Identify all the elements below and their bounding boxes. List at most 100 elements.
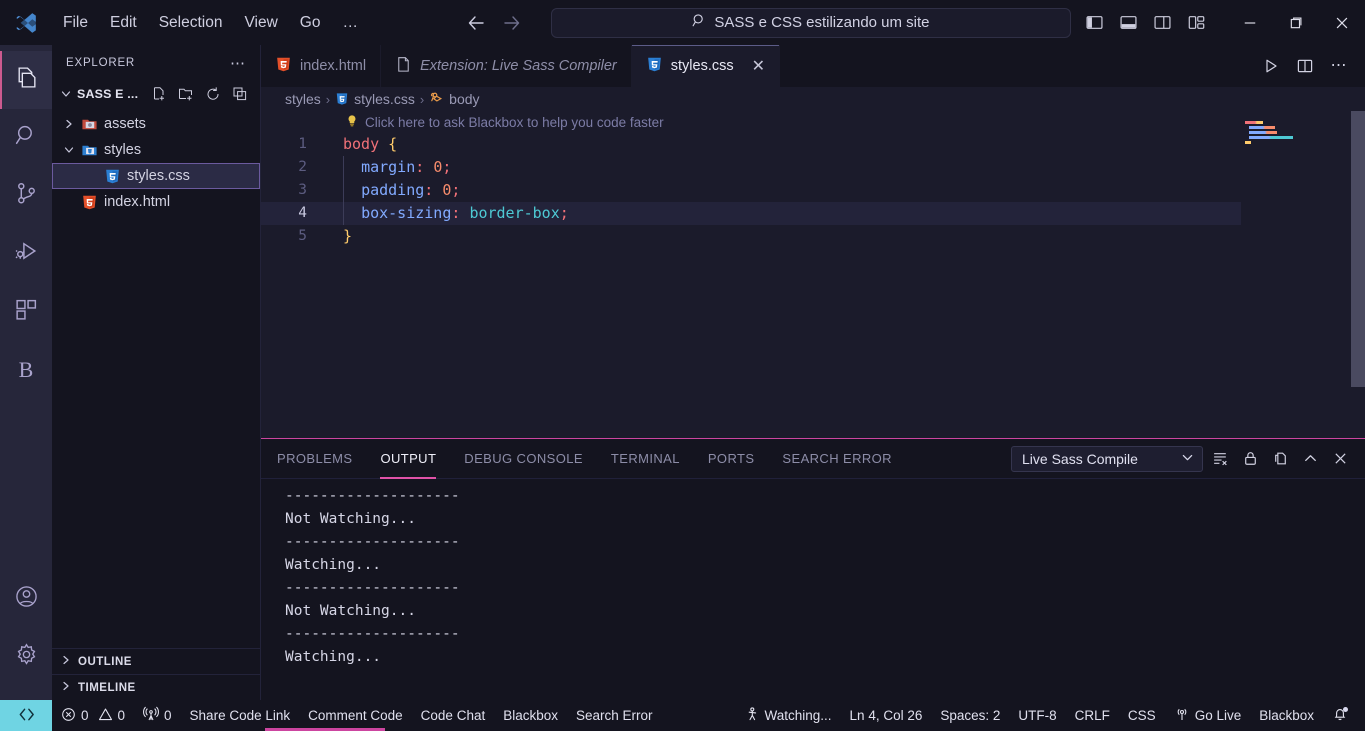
code-editor[interactable]: Click here to ask Blackbox to help you c… <box>261 111 1365 438</box>
editor-scrollbar[interactable] <box>1351 111 1365 438</box>
live-sass-watching-status[interactable]: Watching... <box>735 700 841 731</box>
remote-window-button[interactable] <box>0 700 52 731</box>
tab-styles-css[interactable]: styles.css ✕ <box>631 45 780 87</box>
tab-ports[interactable]: PORTS <box>708 439 755 479</box>
broadcast-icon <box>1174 706 1190 725</box>
blackbox-button[interactable]: Blackbox <box>494 700 567 731</box>
open-editor-icon[interactable] <box>1267 446 1293 472</box>
list-item[interactable]: assets <box>52 111 260 137</box>
sidebar-item-search[interactable] <box>0 109 52 167</box>
indentation-status[interactable]: Spaces: 2 <box>931 700 1009 731</box>
ports-status[interactable]: 0 <box>134 700 181 731</box>
toggle-secondary-sidebar-icon[interactable] <box>1149 10 1175 36</box>
ports-count: 0 <box>164 708 172 723</box>
arrow-left-icon[interactable] <box>465 12 487 34</box>
arrow-right-icon[interactable] <box>501 12 523 34</box>
problems-status[interactable]: 0 0 <box>52 700 134 731</box>
list-item[interactable]: styles <box>52 137 260 163</box>
files-icon <box>14 65 39 95</box>
search-error-button[interactable]: Search Error <box>567 700 662 731</box>
file-tree: assets styles styles.css index.html <box>52 111 260 215</box>
tab-output[interactable]: OUTPUT <box>380 439 437 479</box>
output-content[interactable]: -------------------- Not Watching... ---… <box>261 479 1365 700</box>
split-editor-icon[interactable] <box>1291 52 1319 80</box>
list-item[interactable]: index.html <box>52 189 260 215</box>
breadcrumb-item-symbol[interactable]: body <box>429 90 480 108</box>
search-input[interactable]: SASS e CSS estilizando um site <box>550 7 1071 38</box>
chevron-down-icon[interactable] <box>58 88 74 100</box>
minimap[interactable] <box>1241 111 1351 438</box>
toggle-primary-sidebar-icon[interactable] <box>1081 10 1107 36</box>
code-content[interactable]: 1 body { 2 margin: 0; 3 padding: 0; 4 bo… <box>261 133 1365 248</box>
settings-button[interactable] <box>0 628 52 686</box>
menu-selection[interactable]: Selection <box>148 10 234 36</box>
go-live-button[interactable]: Go Live <box>1165 700 1251 731</box>
sidebar-item-explorer[interactable] <box>0 51 52 109</box>
tab-label: TERMINAL <box>610 451 680 466</box>
output-channel-select[interactable]: Live Sass Compile <box>1011 445 1203 472</box>
chevron-right-icon[interactable] <box>60 118 78 130</box>
explorer-root-row[interactable]: SASS E ... <box>52 81 260 107</box>
toggle-panel-icon[interactable] <box>1115 10 1141 36</box>
account-button[interactable] <box>0 570 52 628</box>
play-icon[interactable] <box>1257 52 1285 80</box>
section-timeline[interactable]: TIMELINE <box>52 674 260 700</box>
tab-debug-console[interactable]: DEBUG CONSOLE <box>464 439 583 479</box>
vscode-window: File Edit Selection View Go … SASS e CSS… <box>0 0 1365 731</box>
section-outline[interactable]: OUTLINE <box>52 648 260 674</box>
lock-icon[interactable] <box>1237 446 1263 472</box>
clear-output-icon[interactable] <box>1207 446 1233 472</box>
close-icon[interactable] <box>1319 0 1365 45</box>
tab-problems[interactable]: PROBLEMS <box>277 439 352 479</box>
line-text: box-sizing: border-box; <box>361 204 569 222</box>
notifications-button[interactable] <box>1323 700 1357 731</box>
output-scrollbar[interactable] <box>1351 479 1365 700</box>
ellipsis-icon[interactable]: ⋯ <box>1325 52 1353 80</box>
ellipsis-icon[interactable]: ⋯ <box>230 54 246 72</box>
menu-view[interactable]: View <box>233 10 288 36</box>
new-folder-icon[interactable] <box>174 83 198 105</box>
language-mode-status[interactable]: CSS <box>1119 700 1165 731</box>
blackbox-status[interactable]: Blackbox <box>1250 700 1323 731</box>
close-icon[interactable] <box>1327 446 1353 472</box>
breadcrumb-item-folder[interactable]: styles <box>285 91 321 107</box>
menu-file[interactable]: File <box>52 10 99 36</box>
maximize-icon[interactable] <box>1273 0 1319 45</box>
menu-edit[interactable]: Edit <box>99 10 148 36</box>
sidebar-item-blackbox[interactable]: B <box>0 341 52 399</box>
cursor-position-status[interactable]: Ln 4, Col 26 <box>841 700 932 731</box>
menu-go[interactable]: Go <box>289 10 332 36</box>
gear-icon <box>14 642 39 672</box>
chevron-up-icon[interactable] <box>1297 446 1323 472</box>
refresh-icon[interactable] <box>201 83 225 105</box>
lightbulb-icon <box>345 114 359 131</box>
chevron-down-icon[interactable] <box>60 144 78 156</box>
close-icon[interactable]: ✕ <box>752 56 765 76</box>
code-chat-button[interactable]: Code Chat <box>412 700 495 731</box>
watching-label: Watching... <box>764 708 832 723</box>
list-item-label: styles <box>104 142 142 158</box>
share-code-link-button[interactable]: Share Code Link <box>181 700 300 731</box>
error-count: 0 <box>81 708 89 723</box>
new-file-icon[interactable] <box>147 83 171 105</box>
breadcrumb-item-file[interactable]: styles.css <box>335 91 415 107</box>
customize-layout-icon[interactable] <box>1183 10 1209 36</box>
scrollbar-thumb[interactable] <box>1351 111 1365 387</box>
menu-more[interactable]: … <box>331 10 369 36</box>
comment-code-button[interactable]: Comment Code <box>299 700 412 731</box>
minimize-icon[interactable] <box>1227 0 1273 45</box>
minimap-line <box>1249 126 1275 129</box>
chevron-right-icon: › <box>419 91 425 107</box>
encoding-status[interactable]: UTF-8 <box>1009 700 1065 731</box>
sidebar-item-run-debug[interactable] <box>0 225 52 283</box>
tab-search-error[interactable]: SEARCH ERROR <box>782 439 892 479</box>
tab-terminal[interactable]: TERMINAL <box>611 439 680 479</box>
sidebar-item-extensions[interactable] <box>0 283 52 341</box>
tab-index-html[interactable]: index.html <box>261 45 382 87</box>
collapse-all-icon[interactable] <box>228 83 252 105</box>
tab-extension-live-sass-compiler[interactable]: Extension: Live Sass Compiler <box>381 45 632 87</box>
eol-status[interactable]: CRLF <box>1066 700 1119 731</box>
sidebar-item-source-control[interactable] <box>0 167 52 225</box>
list-item[interactable]: styles.css <box>52 163 260 189</box>
blackbox-codelens[interactable]: Click here to ask Blackbox to help you c… <box>261 111 1365 133</box>
